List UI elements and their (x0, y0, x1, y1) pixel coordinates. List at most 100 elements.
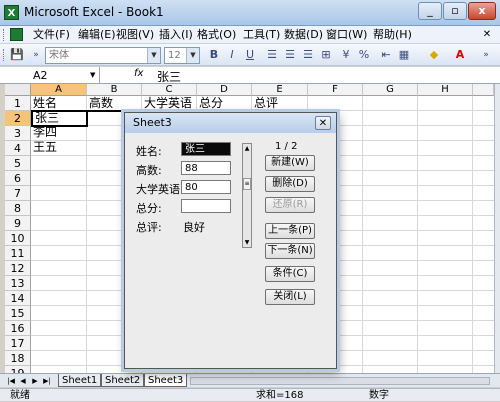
dialog-close-icon[interactable]: ✕ (315, 116, 331, 130)
percent-button[interactable]: % (356, 47, 372, 63)
borders-icon[interactable]: ▦ (396, 47, 412, 63)
row-header-11[interactable]: 11 (5, 246, 31, 261)
row-header-4[interactable]: 4 (5, 141, 31, 156)
menu-window[interactable]: 窗口(W) (324, 27, 369, 43)
row-header-8[interactable]: 8 (5, 201, 31, 216)
cell-a3[interactable]: 李四 (31, 125, 57, 140)
fill-color-icon[interactable]: ◆ (426, 47, 442, 63)
vertical-scrollbar[interactable] (494, 84, 500, 373)
row-header-13[interactable]: 13 (5, 276, 31, 291)
new-record-button[interactable]: 新建(W) (265, 155, 315, 171)
row-header-18[interactable]: 18 (5, 351, 31, 366)
sheet-tab-1[interactable]: Sheet1 (58, 374, 102, 387)
row-header-15[interactable]: 15 (5, 306, 31, 321)
font-size-select[interactable]: 12 ▼ (164, 47, 200, 64)
field-input-total[interactable] (181, 199, 231, 213)
sheet-tab-2[interactable]: Sheet2 (101, 374, 145, 387)
column-header-b[interactable]: B (87, 84, 142, 96)
cell-a4[interactable]: 王五 (31, 140, 57, 155)
font-name-select[interactable]: 宋体 ▼ (45, 47, 161, 64)
align-right-icon[interactable]: ☰ (300, 47, 316, 63)
toolbar-overflow-icon[interactable]: » (28, 47, 44, 63)
row-header-6[interactable]: 6 (5, 171, 31, 186)
close-button[interactable]: x (468, 2, 496, 20)
field-input-name[interactable]: 张三 (181, 142, 231, 156)
menu-data[interactable]: 数据(D) (282, 27, 325, 43)
menu-file[interactable]: 文件(F) (31, 27, 72, 43)
prev-record-button[interactable]: 上一条(P) (265, 223, 315, 239)
cell-d1[interactable]: 总分 (197, 96, 223, 111)
row-header-2[interactable]: 2 (5, 111, 31, 126)
menu-tools[interactable]: 工具(T) (241, 27, 282, 43)
delete-record-button[interactable]: 删除(D) (265, 176, 315, 192)
cell-b1[interactable]: 高数 (87, 96, 113, 111)
row-header-5[interactable]: 5 (5, 156, 31, 171)
merge-center-icon[interactable]: ⊞ (318, 47, 334, 63)
excel-icon[interactable]: X (4, 5, 19, 20)
scroll-thumb[interactable]: ≡ (243, 178, 251, 190)
chevron-down-icon[interactable]: ▼ (90, 67, 95, 84)
italic-button[interactable]: I (224, 47, 240, 63)
next-record-button[interactable]: 下一条(N) (265, 243, 315, 259)
restore-button[interactable]: ▫ (443, 2, 467, 20)
row-header-3[interactable]: 3 (5, 126, 31, 141)
row-header-14[interactable]: 14 (5, 291, 31, 306)
menu-format[interactable]: 格式(O) (195, 27, 238, 43)
horizontal-scrollbar[interactable] (190, 377, 490, 385)
formula-input[interactable]: 张三 (157, 68, 181, 85)
next-sheet-icon[interactable]: ▶ (30, 375, 40, 387)
row-header-12[interactable]: 12 (5, 261, 31, 276)
decrease-indent-icon[interactable]: ⇤ (378, 47, 394, 63)
bold-button[interactable]: B (206, 47, 222, 63)
select-all-corner[interactable] (5, 84, 31, 96)
row-header-17[interactable]: 17 (5, 336, 31, 351)
row-header-7[interactable]: 7 (5, 186, 31, 201)
cell-e1[interactable]: 总评 (252, 96, 278, 111)
row-header-10[interactable]: 10 (5, 231, 31, 246)
column-header-e[interactable]: E (252, 84, 308, 96)
close-dialog-button[interactable]: 关闭(L) (265, 289, 315, 305)
prev-sheet-icon[interactable]: ◀ (18, 375, 28, 387)
record-scrollbar[interactable]: ▲ ≡ ▼ (242, 143, 252, 248)
first-sheet-icon[interactable]: |◀ (6, 375, 16, 387)
currency-icon[interactable]: ¥ (338, 47, 354, 63)
underline-button[interactable]: U (242, 47, 258, 63)
save-icon[interactable]: 💾 (9, 47, 25, 63)
align-center-icon[interactable]: ☰ (282, 47, 298, 63)
row-header-16[interactable]: 16 (5, 321, 31, 336)
scroll-up-icon[interactable]: ▲ (243, 144, 251, 153)
column-header-f[interactable]: F (308, 84, 363, 96)
row-header-19[interactable]: 19 (5, 366, 31, 373)
sheet-tab-3[interactable]: Sheet3 (144, 374, 188, 387)
menu-help[interactable]: 帮助(H) (371, 27, 414, 43)
row-header-9[interactable]: 9 (5, 216, 31, 231)
font-color-icon[interactable]: A (452, 47, 468, 63)
field-input-math[interactable]: 88 (181, 161, 231, 175)
column-header-c[interactable]: C (142, 84, 197, 96)
fx-icon[interactable]: fx (134, 68, 143, 79)
column-header-d[interactable]: D (197, 84, 252, 96)
column-header-a[interactable]: A (31, 84, 87, 96)
chevron-down-icon[interactable]: ▼ (186, 48, 199, 63)
minimize-button[interactable]: _ (418, 2, 442, 20)
row-header-1[interactable]: 1 (5, 96, 31, 111)
menu-close-icon[interactable]: ✕ (480, 28, 494, 41)
column-header-g[interactable]: G (363, 84, 418, 96)
chevron-down-icon[interactable]: ▼ (147, 48, 160, 63)
last-sheet-icon[interactable]: ▶| (42, 375, 52, 387)
menu-view[interactable]: 视图(V) (114, 27, 156, 43)
align-left-icon[interactable]: ☰ (264, 47, 280, 63)
field-input-english[interactable]: 80 (181, 180, 231, 194)
column-header-h[interactable]: H (418, 84, 473, 96)
toolbar-options-icon[interactable]: » (478, 47, 494, 63)
name-box[interactable]: A2 ▼ (5, 67, 100, 84)
workbook-icon[interactable] (10, 28, 23, 41)
restore-record-button[interactable]: 还原(R) (265, 197, 315, 213)
cell-c1[interactable]: 大学英语 (142, 96, 192, 111)
menu-edit[interactable]: 编辑(E) (76, 27, 118, 43)
menu-insert[interactable]: 插入(I) (157, 27, 195, 43)
cell-a1[interactable]: 姓名 (31, 96, 57, 111)
scroll-down-icon[interactable]: ▼ (243, 238, 251, 247)
column-header-partial[interactable] (473, 84, 494, 96)
criteria-button[interactable]: 条件(C) (265, 266, 315, 282)
